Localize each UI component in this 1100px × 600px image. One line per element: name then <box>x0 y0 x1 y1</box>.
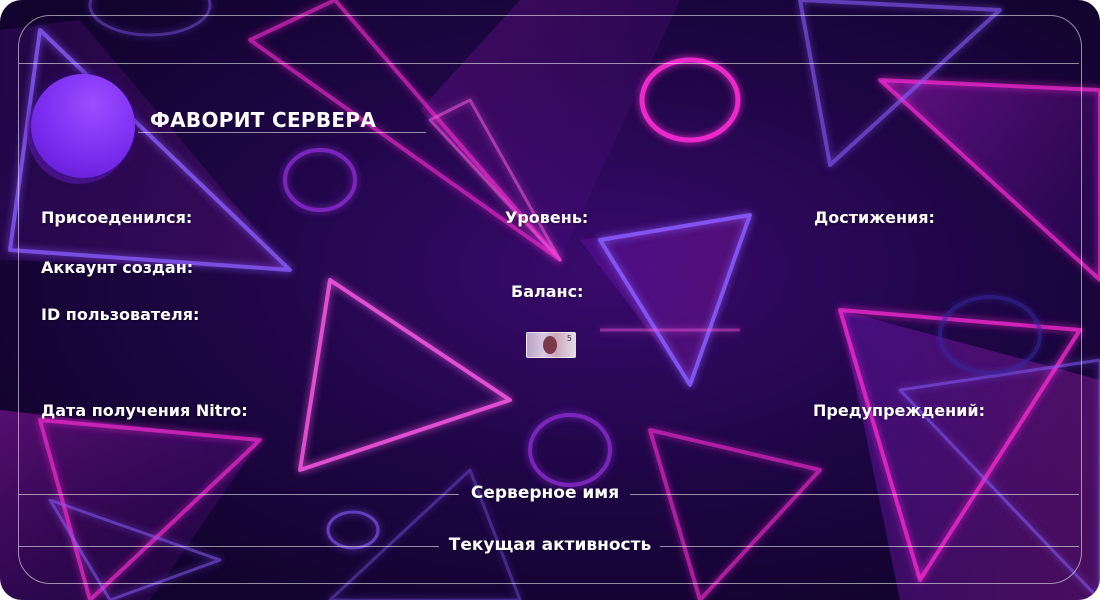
balance-label: Баланс: <box>511 282 584 301</box>
current-activity-label: Текущая активность <box>448 535 652 555</box>
banknote-portrait <box>543 336 557 354</box>
warnings-label: Предупреждений: <box>813 401 985 420</box>
activity-divider-left <box>19 546 439 547</box>
server-name-divider-right <box>630 494 1079 495</box>
card-title: ФАВОРИТ СЕРВЕРА <box>150 108 377 132</box>
user-id-label: ID пользователя: <box>41 305 200 324</box>
title-underline <box>138 132 426 133</box>
account-created-label: Аккаунт создан: <box>41 258 194 277</box>
server-name-divider-left <box>19 494 459 495</box>
banknote-icon: 5 <box>526 332 576 358</box>
profile-card: ФАВОРИТ СЕРВЕРА Присоеденился: Аккаунт с… <box>0 0 1100 600</box>
level-label: Уровень: <box>505 208 589 227</box>
achievements-label: Достижения: <box>814 208 935 227</box>
server-name-label: Серверное имя <box>470 483 620 503</box>
nitro-date-label: Дата получения Nitro: <box>41 401 248 420</box>
banknote-number: 5 <box>566 334 572 343</box>
avatar[interactable] <box>31 74 135 178</box>
top-divider <box>19 63 1079 64</box>
activity-divider-right <box>660 546 1079 547</box>
joined-label: Присоеденился: <box>41 208 193 227</box>
